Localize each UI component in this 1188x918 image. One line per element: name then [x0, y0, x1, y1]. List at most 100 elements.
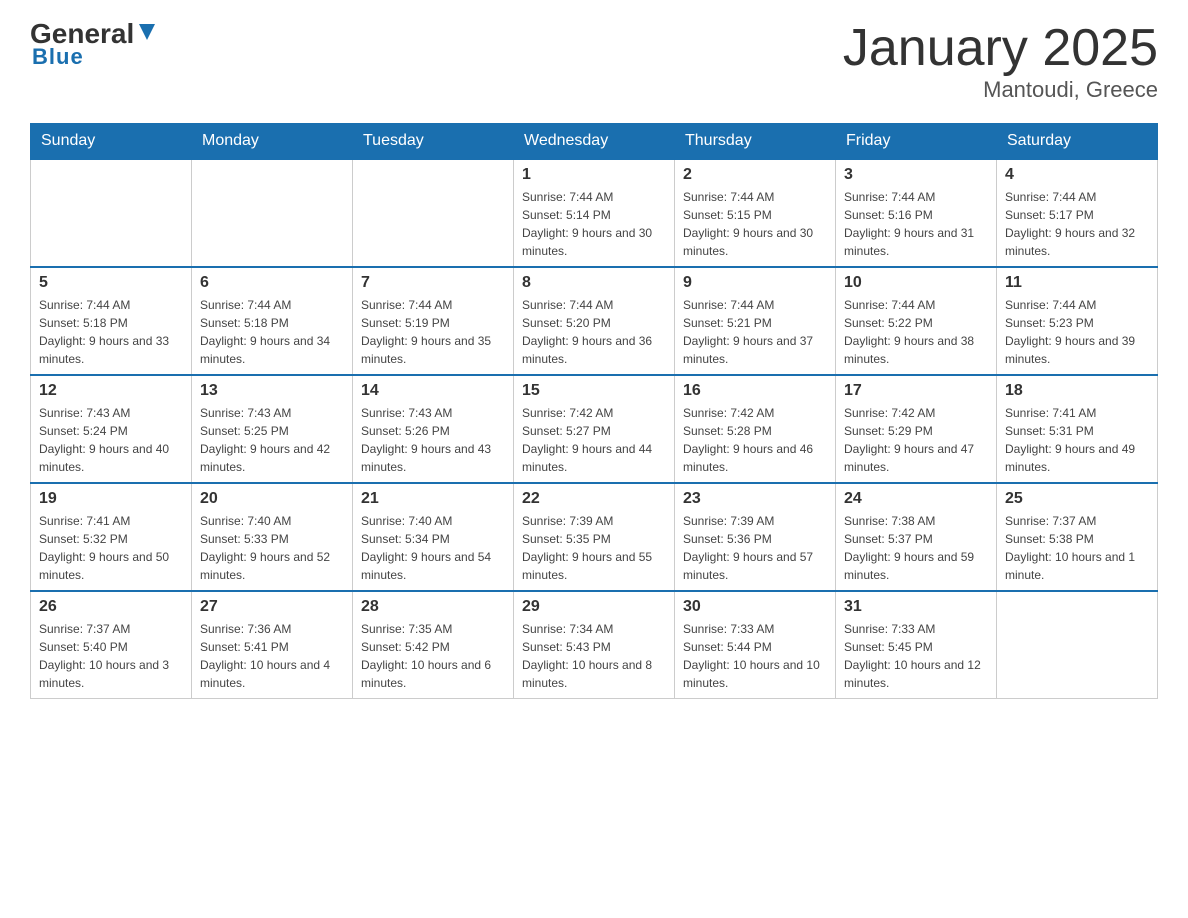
calendar-cell: 19Sunrise: 7:41 AMSunset: 5:32 PMDayligh… [31, 483, 192, 591]
calendar-cell: 23Sunrise: 7:39 AMSunset: 5:36 PMDayligh… [675, 483, 836, 591]
calendar-cell: 5 Sunrise: 7:44 AMSunset: 5:18 PMDaylight… [31, 267, 192, 375]
col-header-thursday: Thursday [675, 124, 836, 160]
day-number: 19 [39, 490, 183, 508]
day-info: Sunrise: 7:33 AMSunset: 5:45 PMDaylight:… [844, 620, 988, 692]
calendar-cell: 24Sunrise: 7:38 AMSunset: 5:37 PMDayligh… [836, 483, 997, 591]
day-number: 31 [844, 598, 988, 616]
day-number: 2 [683, 166, 827, 184]
day-info: Sunrise: 7:44 AMSunset: 5:17 PMDaylight:… [1005, 188, 1149, 260]
day-info: Sunrise: 7:43 AMSunset: 5:24 PMDaylight:… [39, 404, 183, 476]
day-number: 12 [39, 382, 183, 400]
calendar-cell: 31 Sunrise: 7:33 AMSunset: 5:45 PMDayligh… [836, 591, 997, 699]
col-header-wednesday: Wednesday [514, 124, 675, 160]
day-number: 5 [39, 274, 183, 292]
col-header-monday: Monday [192, 124, 353, 160]
day-number: 1 [522, 166, 666, 184]
col-header-saturday: Saturday [997, 124, 1158, 160]
calendar-cell: 4 Sunrise: 7:44 AMSunset: 5:17 PMDaylight… [997, 159, 1158, 267]
col-header-friday: Friday [836, 124, 997, 160]
calendar-cell: 26 Sunrise: 7:37 AMSunset: 5:40 PMDayligh… [31, 591, 192, 699]
day-number: 28 [361, 598, 505, 616]
day-number: 9 [683, 274, 827, 292]
calendar-cell: 14 Sunrise: 7:43 AMSunset: 5:26 PMDayligh… [353, 375, 514, 483]
day-info: Sunrise: 7:44 AMSunset: 5:18 PMDaylight:… [200, 296, 344, 368]
day-number: 4 [1005, 166, 1149, 184]
week-row-1: 1Sunrise: 7:44 AMSunset: 5:14 PMDaylight… [31, 159, 1158, 267]
day-number: 20 [200, 490, 344, 508]
day-number: 6 [200, 274, 344, 292]
day-info: Sunrise: 7:44 AMSunset: 5:23 PMDaylight:… [1005, 296, 1149, 368]
calendar-header-row: SundayMondayTuesdayWednesdayThursdayFrid… [31, 124, 1158, 160]
day-info: Sunrise: 7:44 AMSunset: 5:18 PMDaylight:… [39, 296, 183, 368]
day-info: Sunrise: 7:44 AMSunset: 5:22 PMDaylight:… [844, 296, 988, 368]
day-number: 17 [844, 382, 988, 400]
title-section: January 2025 Mantoudi, Greece [843, 20, 1158, 103]
day-info: Sunrise: 7:37 AMSunset: 5:38 PMDaylight:… [1005, 512, 1149, 584]
day-info: Sunrise: 7:43 AMSunset: 5:25 PMDaylight:… [200, 404, 344, 476]
calendar-cell [31, 159, 192, 267]
calendar-cell: 18 Sunrise: 7:41 AMSunset: 5:31 PMDayligh… [997, 375, 1158, 483]
calendar-cell: 2Sunrise: 7:44 AMSunset: 5:15 PMDaylight… [675, 159, 836, 267]
calendar-cell: 11 Sunrise: 7:44 AMSunset: 5:23 PMDayligh… [997, 267, 1158, 375]
calendar-cell: 13 Sunrise: 7:43 AMSunset: 5:25 PMDayligh… [192, 375, 353, 483]
calendar-cell: 25 Sunrise: 7:37 AMSunset: 5:38 PMDayligh… [997, 483, 1158, 591]
day-info: Sunrise: 7:43 AMSunset: 5:26 PMDaylight:… [361, 404, 505, 476]
day-number: 10 [844, 274, 988, 292]
day-info: Sunrise: 7:35 AMSunset: 5:42 PMDaylight:… [361, 620, 505, 692]
col-header-sunday: Sunday [31, 124, 192, 160]
day-info: Sunrise: 7:37 AMSunset: 5:40 PMDaylight:… [39, 620, 183, 692]
day-number: 27 [200, 598, 344, 616]
day-number: 18 [1005, 382, 1149, 400]
calendar-cell: 16Sunrise: 7:42 AMSunset: 5:28 PMDayligh… [675, 375, 836, 483]
day-number: 23 [683, 490, 827, 508]
calendar-cell [192, 159, 353, 267]
calendar-cell: 28 Sunrise: 7:35 AMSunset: 5:42 PMDayligh… [353, 591, 514, 699]
calendar-cell: 6 Sunrise: 7:44 AMSunset: 5:18 PMDaylight… [192, 267, 353, 375]
calendar-cell: 3Sunrise: 7:44 AMSunset: 5:16 PMDaylight… [836, 159, 997, 267]
day-number: 29 [522, 598, 666, 616]
logo-blue: Blue [32, 44, 84, 70]
day-number: 14 [361, 382, 505, 400]
day-number: 7 [361, 274, 505, 292]
day-info: Sunrise: 7:44 AMSunset: 5:21 PMDaylight:… [683, 296, 827, 368]
location: Mantoudi, Greece [843, 77, 1158, 103]
day-number: 26 [39, 598, 183, 616]
day-number: 11 [1005, 274, 1149, 292]
day-info: Sunrise: 7:40 AMSunset: 5:34 PMDaylight:… [361, 512, 505, 584]
col-header-tuesday: Tuesday [353, 124, 514, 160]
calendar-cell [353, 159, 514, 267]
calendar-cell: 27Sunrise: 7:36 AMSunset: 5:41 PMDayligh… [192, 591, 353, 699]
logo: General Blue [30, 20, 158, 70]
day-info: Sunrise: 7:42 AMSunset: 5:27 PMDaylight:… [522, 404, 666, 476]
day-number: 13 [200, 382, 344, 400]
calendar-cell: 1Sunrise: 7:44 AMSunset: 5:14 PMDaylight… [514, 159, 675, 267]
calendar-cell: 22 Sunrise: 7:39 AMSunset: 5:35 PMDayligh… [514, 483, 675, 591]
calendar-cell: 7 Sunrise: 7:44 AMSunset: 5:19 PMDaylight… [353, 267, 514, 375]
calendar-cell: 8 Sunrise: 7:44 AMSunset: 5:20 PMDaylight… [514, 267, 675, 375]
day-info: Sunrise: 7:39 AMSunset: 5:35 PMDaylight:… [522, 512, 666, 584]
day-info: Sunrise: 7:44 AMSunset: 5:19 PMDaylight:… [361, 296, 505, 368]
day-number: 8 [522, 274, 666, 292]
day-info: Sunrise: 7:33 AMSunset: 5:44 PMDaylight:… [683, 620, 827, 692]
day-number: 21 [361, 490, 505, 508]
day-info: Sunrise: 7:34 AMSunset: 5:43 PMDaylight:… [522, 620, 666, 692]
day-info: Sunrise: 7:40 AMSunset: 5:33 PMDaylight:… [200, 512, 344, 584]
logo-triangle-icon [136, 21, 158, 43]
week-row-3: 12 Sunrise: 7:43 AMSunset: 5:24 PMDayligh… [31, 375, 1158, 483]
week-row-5: 26 Sunrise: 7:37 AMSunset: 5:40 PMDayligh… [31, 591, 1158, 699]
calendar-cell: 10 Sunrise: 7:44 AMSunset: 5:22 PMDayligh… [836, 267, 997, 375]
week-row-2: 5 Sunrise: 7:44 AMSunset: 5:18 PMDaylight… [31, 267, 1158, 375]
day-number: 25 [1005, 490, 1149, 508]
calendar-cell: 9 Sunrise: 7:44 AMSunset: 5:21 PMDaylight… [675, 267, 836, 375]
day-number: 22 [522, 490, 666, 508]
calendar-cell: 30 Sunrise: 7:33 AMSunset: 5:44 PMDayligh… [675, 591, 836, 699]
calendar-cell: 15Sunrise: 7:42 AMSunset: 5:27 PMDayligh… [514, 375, 675, 483]
day-number: 30 [683, 598, 827, 616]
week-row-4: 19Sunrise: 7:41 AMSunset: 5:32 PMDayligh… [31, 483, 1158, 591]
day-info: Sunrise: 7:44 AMSunset: 5:16 PMDaylight:… [844, 188, 988, 260]
calendar-cell: 29 Sunrise: 7:34 AMSunset: 5:43 PMDayligh… [514, 591, 675, 699]
day-info: Sunrise: 7:42 AMSunset: 5:28 PMDaylight:… [683, 404, 827, 476]
day-info: Sunrise: 7:44 AMSunset: 5:20 PMDaylight:… [522, 296, 666, 368]
page-header: General Blue January 2025 Mantoudi, Gree… [30, 20, 1158, 103]
day-info: Sunrise: 7:41 AMSunset: 5:31 PMDaylight:… [1005, 404, 1149, 476]
